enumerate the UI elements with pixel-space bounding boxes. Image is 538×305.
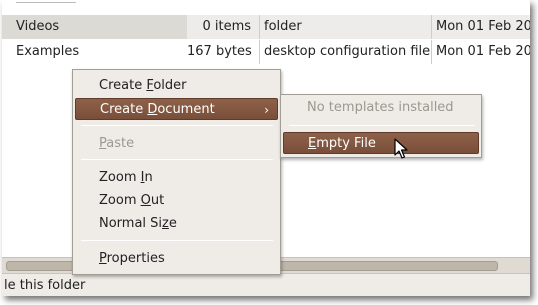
mouse-pointer-icon: [394, 138, 408, 159]
menu-item-zoom-in[interactable]: Zoom In: [75, 167, 278, 189]
file-size: 167 bytes: [187, 44, 252, 59]
menu-item-zoom-out[interactable]: Zoom Out: [75, 190, 278, 212]
menu-separator: [289, 125, 475, 126]
file-name: Videos: [2, 15, 187, 39]
menu-item-paste: Paste: [99, 136, 135, 151]
file-date: Mon 01 Feb 20: [436, 19, 530, 34]
file-row-videos[interactable]: Videos 0 items folder Mon 01 Feb 20: [2, 15, 530, 39]
status-text: le this folder: [4, 278, 86, 293]
file-name: Examples: [16, 44, 80, 59]
file-row-examples[interactable]: Examples 167 bytes desktop configuration…: [2, 40, 530, 64]
menu-item-create-document[interactable]: Create Document ›: [75, 98, 278, 120]
menu-separator: [81, 240, 273, 241]
submenu-arrow-icon: ›: [264, 103, 269, 117]
context-menu: Create Folder Create Document › Paste Zo…: [72, 69, 281, 275]
file-type: folder: [264, 19, 302, 34]
menu-separator: [81, 159, 273, 160]
create-document-submenu: No templates installed Empty File: [280, 94, 482, 158]
status-bar: le this folder: [2, 273, 530, 296]
file-size: 0 items: [202, 19, 251, 34]
menu-item-create-folder[interactable]: Create Folder: [75, 75, 278, 97]
submenu-item-no-templates: No templates installed: [307, 100, 454, 115]
clipped-top-edge: [2, 0, 530, 15]
menu-item-properties[interactable]: Properties: [75, 248, 278, 270]
file-type: desktop configuration file: [264, 44, 431, 59]
menu-item-normal-size[interactable]: Normal Size: [75, 213, 278, 235]
menu-separator: [81, 125, 273, 126]
submenu-item-empty-file[interactable]: Empty File: [283, 132, 479, 154]
file-date: Mon 01 Feb 20: [436, 44, 530, 59]
